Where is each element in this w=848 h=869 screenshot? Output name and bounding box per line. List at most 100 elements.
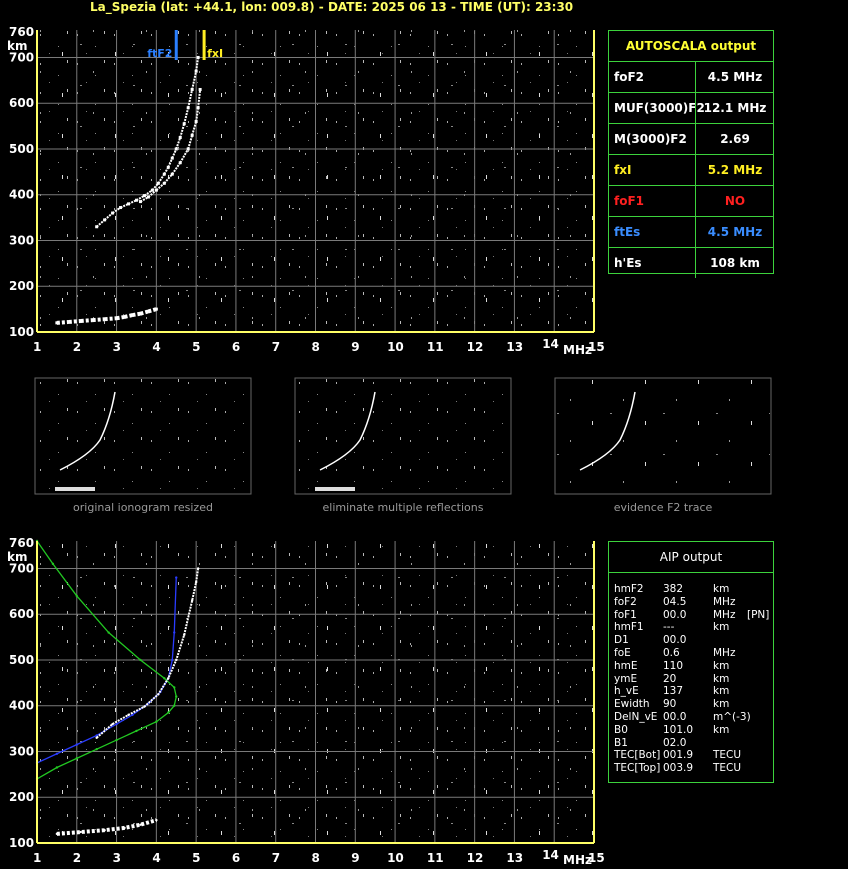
y-tick-label: 200	[9, 790, 34, 804]
thumbnail-caption-original: original ionogram resized	[73, 501, 213, 514]
autoscala-row: fxI 5.2 MHz	[609, 155, 773, 186]
aip-value: 00.0	[663, 608, 687, 621]
aip-unit: MHz	[713, 595, 736, 608]
aip-row: B1 02.0	[609, 737, 773, 750]
aip-row: Ewidth 90 km	[609, 698, 773, 711]
aip-row: B0 101.0 km	[609, 724, 773, 737]
aip-row: TEC[Bot] 001.9 TECU	[609, 749, 773, 762]
autoscala-value: 2.69	[695, 124, 774, 154]
autoscala-row: foF2 4.5 MHz	[609, 62, 773, 93]
thumbnail-evidence-noise	[556, 379, 770, 493]
trace-segment	[68, 319, 81, 324]
aip-value: 0.6	[663, 646, 680, 659]
series-point	[95, 736, 98, 739]
y-tick-label: 400	[9, 699, 34, 713]
autoscala-row: foF1 NO	[609, 186, 773, 217]
aip-key: TEC[Bot]	[614, 749, 661, 762]
aip-unit: km	[713, 723, 730, 736]
thumbnail-original	[34, 377, 252, 495]
thumbnail-evidence	[554, 377, 772, 495]
series-point	[175, 695, 178, 698]
autoscala-key: foF2	[614, 70, 645, 84]
bottom-x-tick-labels: 1 2 3 4 5 6 7 8 9 10 11 12 13 14 15	[33, 848, 605, 865]
thumbnail-caption-evidence: evidence F2 trace	[613, 501, 713, 514]
aip-unit: MHz	[713, 646, 736, 659]
marker-label-ftf2: ftF2	[147, 47, 172, 60]
series-point	[55, 752, 59, 755]
aip-row: h_vE 137 km	[609, 685, 773, 698]
series-point	[143, 705, 146, 708]
thumbnail-original-noise	[36, 379, 250, 493]
aip-unit: km	[713, 583, 730, 595]
series-point	[75, 757, 78, 760]
series-point	[127, 713, 130, 717]
aip-key: foF1	[614, 608, 637, 621]
aip-value: ---	[663, 621, 675, 634]
bottom-x-unit: MHz	[563, 853, 592, 867]
series-point	[79, 830, 82, 834]
y-tick-label: 500	[9, 142, 34, 156]
top-x-tick-labels: 1 2 3 4 5 6 7 8 9 10 11 12 13 14 15	[33, 337, 605, 354]
series-point	[111, 722, 114, 726]
y-tick-label: 200	[9, 279, 34, 293]
aip-unit: TECU	[713, 749, 742, 762]
autoscala-row: MUF(3000)F2 12.1 MHz	[609, 93, 773, 124]
aip-key: hmE	[614, 659, 638, 672]
aip-flag: [PN]	[747, 608, 770, 621]
series-point	[190, 599, 194, 602]
series-point	[95, 747, 98, 751]
series-point	[139, 823, 142, 826]
x-tick-label: 13	[506, 340, 523, 354]
top-y-unit: km	[7, 39, 27, 53]
x-tick-label: 9	[351, 851, 359, 865]
autoscala-key: ftEs	[614, 225, 641, 239]
aip-key: D1	[614, 634, 629, 647]
y-tick-label: 760	[9, 25, 34, 39]
aip-value: 101.0	[663, 723, 694, 736]
y-tick-label: 600	[9, 607, 34, 621]
x-tick-label: 8	[312, 340, 320, 354]
series-point	[183, 633, 186, 637]
series-point	[107, 631, 110, 634]
aip-key: foF2	[614, 595, 637, 608]
thumbnail-caption-multiple: eliminate multiple reflections	[322, 501, 484, 514]
x-tick-label: 14	[542, 848, 559, 862]
series-point	[173, 631, 176, 634]
autoscala-key: MUF(3000)F2	[614, 101, 705, 115]
aip-value: 20	[663, 672, 677, 685]
autoscala-value: 12.1 MHz	[695, 93, 774, 123]
x-tick-label: 1	[33, 851, 41, 865]
series-point	[173, 686, 176, 689]
autoscala-key: M(3000)F2	[614, 132, 687, 146]
aip-value: 382	[663, 583, 684, 595]
thumbnail-multiple-noise	[296, 379, 510, 493]
autoscala-row: M(3000)F2 2.69	[609, 124, 773, 155]
series-point	[175, 658, 178, 662]
aip-unit: km	[713, 698, 730, 711]
aip-value: 110	[663, 659, 684, 672]
autoscala-value: 4.5 MHz	[695, 217, 774, 247]
x-tick-label: 7	[272, 851, 280, 865]
series-point	[103, 828, 106, 832]
series-point	[123, 826, 126, 830]
series-point	[163, 677, 166, 680]
top-x-unit: MHz	[563, 343, 592, 357]
aip-unit: km	[713, 685, 730, 698]
bottom-y-tick-labels: 760700600500400300200100	[9, 536, 34, 850]
trace-segment	[56, 319, 69, 325]
aip-key: h_vE	[614, 685, 639, 698]
x-tick-label: 4	[152, 340, 160, 354]
x-tick-label: 12	[467, 340, 484, 354]
series-point	[194, 580, 198, 584]
aip-header: AIP output	[609, 542, 773, 573]
series-point	[75, 743, 78, 746]
x-tick-label: 10	[387, 851, 404, 865]
aip-key: hmF2	[614, 583, 644, 595]
x-tick-label: 9	[351, 340, 359, 354]
thumbnail-multiple-e-layer	[315, 487, 355, 491]
aip-row: foE 0.6 MHz	[609, 647, 773, 660]
series-point	[135, 729, 138, 733]
aip-value: 02.0	[663, 736, 687, 749]
x-tick-label: 14	[542, 337, 559, 351]
aip-unit: m^(-3)	[713, 710, 751, 723]
